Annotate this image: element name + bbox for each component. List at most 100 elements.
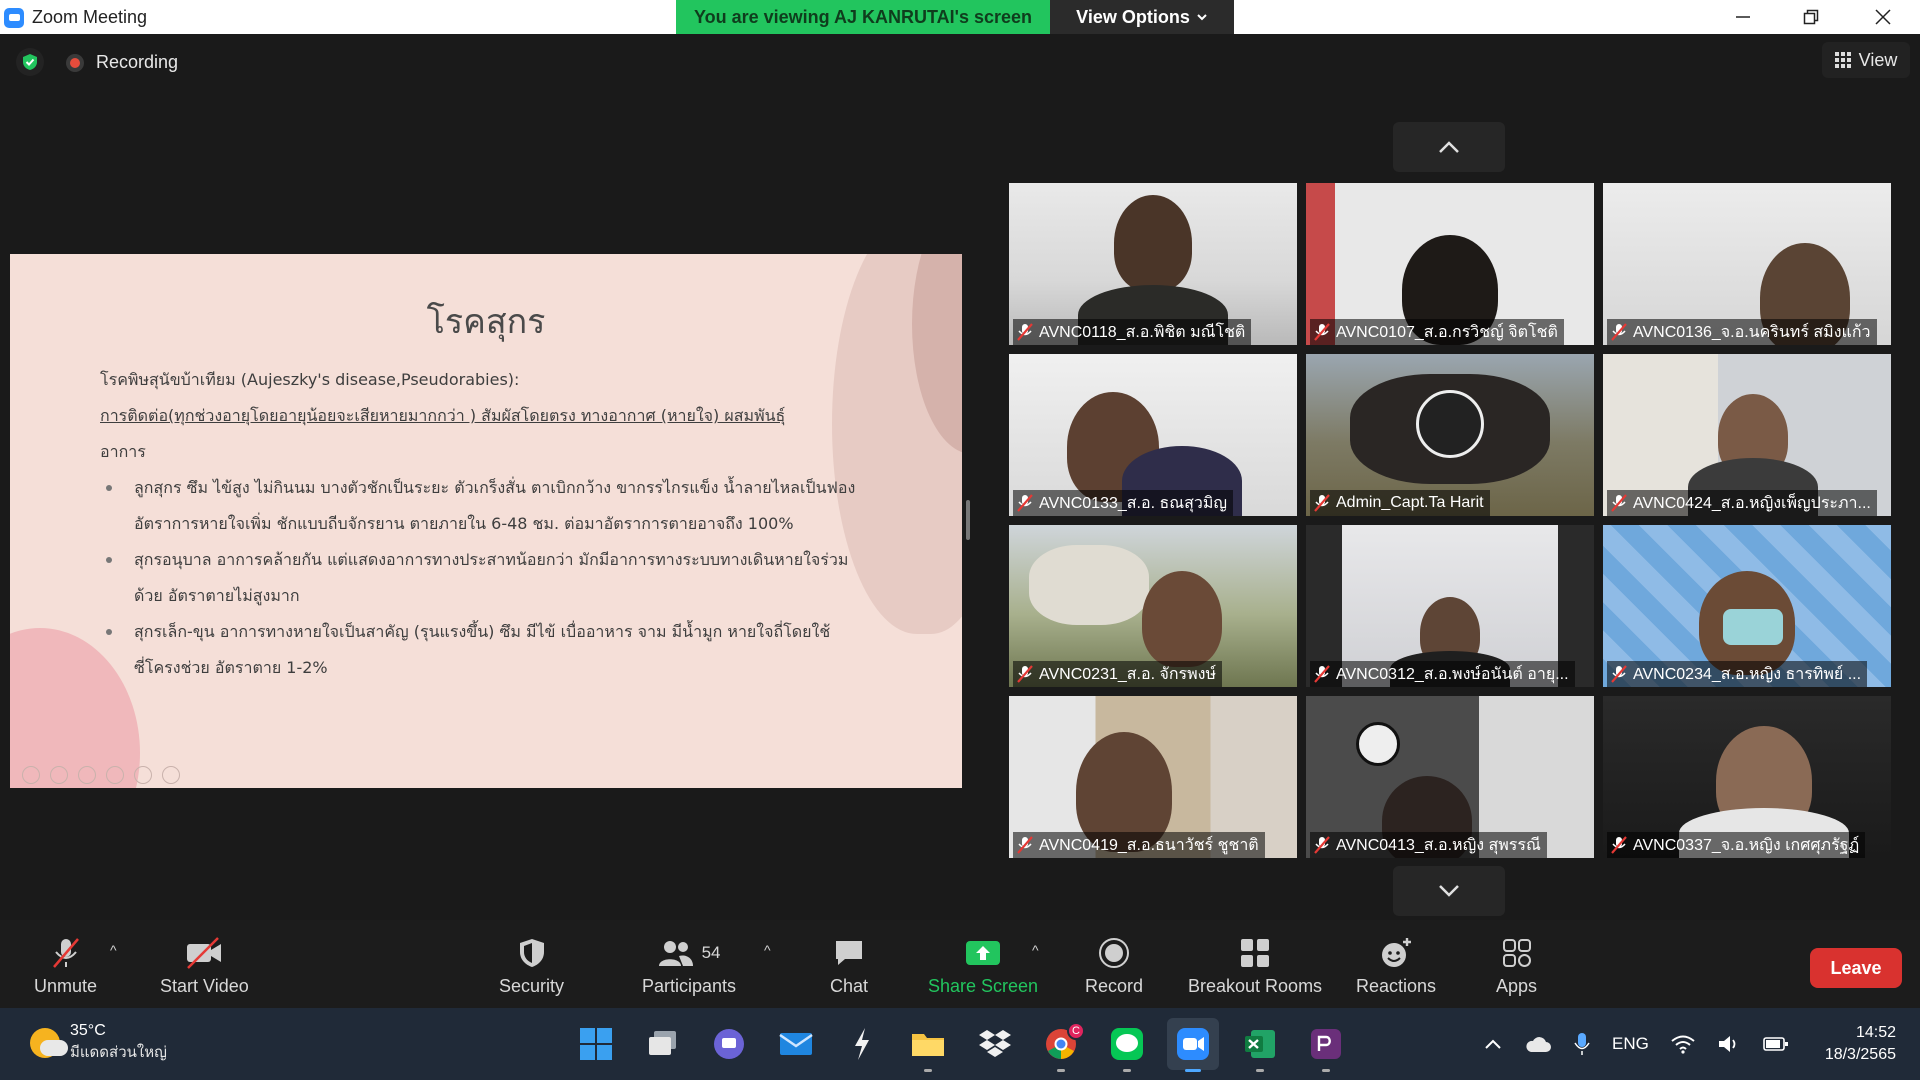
- video-tile[interactable]: AVNC0234_ส.อ.หญิง ธารทิพย์ ...: [1603, 525, 1891, 687]
- close-button[interactable]: [1850, 0, 1916, 34]
- video-tile[interactable]: AVNC0337_จ.อ.หญิง เกศศุภรัฐฏ์: [1603, 696, 1891, 858]
- video-tile[interactable]: Admin_Capt.Ta Harit: [1306, 354, 1594, 516]
- mic-muted-icon: [1017, 836, 1033, 854]
- participant-name-label: AVNC0413_ส.อ.หญิง สุพรรณี: [1310, 832, 1547, 858]
- unmute-button[interactable]: Unmute: [34, 936, 97, 997]
- line-app-icon: [1111, 1028, 1143, 1060]
- participant-name-label: AVNC0312_ส.อ.พงษ์อนันต์ อายุ...: [1310, 661, 1575, 687]
- chrome-profile-badge: C: [1067, 1022, 1085, 1040]
- slide-control-icon: [106, 766, 124, 784]
- view-button-label: View: [1858, 49, 1898, 70]
- minimize-icon: [1736, 16, 1750, 18]
- mail-app-button[interactable]: [776, 1024, 816, 1064]
- gallery-prev-page-button[interactable]: [1393, 122, 1505, 172]
- minimize-button[interactable]: [1710, 0, 1776, 34]
- view-button[interactable]: View: [1822, 42, 1910, 78]
- clock-date: 18/3/2565: [1824, 1046, 1896, 1063]
- teams-chat-button[interactable]: [709, 1024, 749, 1064]
- participants-options-caret[interactable]: ^: [764, 942, 771, 958]
- leave-button[interactable]: Leave: [1810, 948, 1902, 988]
- volume-icon[interactable]: [1717, 1034, 1741, 1054]
- dropbox-button[interactable]: [975, 1024, 1015, 1064]
- video-tile[interactable]: AVNC0231_ส.อ. จักรพงษ์: [1009, 525, 1297, 687]
- mic-muted-icon: [1314, 494, 1330, 512]
- face-mask: [1723, 609, 1783, 645]
- weather-widget[interactable]: 35°C มีแดดส่วนใหญ่: [30, 1022, 167, 1064]
- cloud-icon[interactable]: [1524, 1035, 1552, 1053]
- mail-icon: [779, 1033, 813, 1055]
- participant-name-label: Admin_Capt.Ta Harit: [1310, 490, 1490, 516]
- shield-icon: [519, 939, 544, 967]
- slide-line: ด้วย อัตราตายไม่สูงมาก: [134, 586, 300, 605]
- start-button[interactable]: [576, 1024, 616, 1064]
- apps-icon: [1502, 939, 1531, 967]
- participant-name-label: AVNC0107_ส.อ.กรวิชญ์ จิตโชติ: [1310, 319, 1564, 345]
- breakout-rooms-button[interactable]: Breakout Rooms: [1188, 936, 1322, 997]
- mic-muted-icon: [1611, 323, 1627, 341]
- battery-icon[interactable]: [1763, 1035, 1789, 1053]
- taskbar-clock[interactable]: 14:52 18/3/2565: [1825, 1022, 1896, 1066]
- share-options-caret[interactable]: ^: [1032, 942, 1039, 958]
- video-tile[interactable]: AVNC0424_ส.อ.หญิงเพ็ญประภา...: [1603, 354, 1891, 516]
- lightning-icon: [855, 1028, 869, 1060]
- slide-line: สุกรอนุบาล อาการคล้ายกัน แต่แสดงอาการทาง…: [134, 550, 849, 569]
- lightning-app-button[interactable]: [842, 1024, 882, 1064]
- video-tile[interactable]: AVNC0312_ส.อ.พงษ์อนันต์ อายุ...: [1306, 525, 1594, 687]
- panel-splitter[interactable]: [966, 500, 970, 540]
- encryption-shield-icon[interactable]: [16, 48, 44, 76]
- chevron-up-icon[interactable]: [1484, 1038, 1502, 1050]
- share-screen-button[interactable]: Share Screen: [928, 936, 1038, 997]
- zoom-taskbar-button[interactable]: [1167, 1018, 1219, 1072]
- participant-name-label: AVNC0133_ส.อ. ธณสุวมิญ: [1013, 490, 1234, 516]
- excel-button[interactable]: [1240, 1024, 1280, 1072]
- security-button[interactable]: Security: [499, 936, 564, 997]
- audio-options-caret[interactable]: ^: [110, 942, 117, 958]
- line-app-button[interactable]: [1107, 1024, 1147, 1072]
- pdf-app-button[interactable]: [1306, 1024, 1346, 1072]
- pdf-icon: [1311, 1029, 1341, 1059]
- gallery-next-page-button[interactable]: [1393, 866, 1505, 916]
- security-label: Security: [499, 976, 565, 996]
- running-indicator: [924, 1069, 932, 1072]
- recording-indicator[interactable]: Recording: [66, 52, 178, 73]
- apps-button[interactable]: Apps: [1496, 936, 1537, 997]
- weather-description: มีแดดส่วนใหญ่: [70, 1044, 167, 1061]
- microphone-icon[interactable]: [1574, 1032, 1590, 1056]
- window-title: Zoom Meeting: [32, 7, 148, 27]
- participants-icon: [658, 941, 693, 966]
- view-options-button[interactable]: View Options: [1050, 0, 1234, 34]
- mic-muted-icon: [1017, 494, 1033, 512]
- running-indicator: [1123, 1069, 1131, 1072]
- slide-decoration: [10, 628, 140, 788]
- obs-logo-icon: [1416, 390, 1484, 458]
- chrome-button[interactable]: C: [1041, 1022, 1085, 1072]
- task-view-button[interactable]: [643, 1024, 683, 1064]
- video-tile[interactable]: AVNC0107_ส.อ.กรวิชญ์ จิตโชติ: [1306, 183, 1594, 345]
- weather-temperature: 35°C: [70, 1022, 106, 1039]
- mic-muted-icon: [1314, 665, 1330, 683]
- restore-button[interactable]: [1778, 0, 1844, 34]
- wifi-icon[interactable]: [1671, 1034, 1695, 1054]
- video-tile[interactable]: AVNC0413_ส.อ.หญิง สุพรรณี: [1306, 696, 1594, 858]
- video-tile[interactable]: AVNC0136_จ.อ.นครินทร์ สมิงแก้ว: [1603, 183, 1891, 345]
- video-tile[interactable]: AVNC0133_ส.อ. ธณสุวมิญ: [1009, 354, 1297, 516]
- close-icon: [1875, 9, 1891, 25]
- participants-button[interactable]: 54 Participants: [642, 936, 736, 997]
- record-dot-icon: [66, 53, 84, 72]
- slide-line: การติดต่อ(ทุกช่วงอายุโดยอายุน้อยจะเสียหา…: [100, 406, 786, 425]
- video-tile[interactable]: AVNC0419_ส.อ.ธนาวัชร์ ชูชาติ: [1009, 696, 1297, 858]
- start-video-button[interactable]: Start Video: [160, 936, 249, 997]
- input-language[interactable]: ENG: [1612, 1034, 1649, 1054]
- chat-button[interactable]: Chat: [830, 936, 868, 997]
- reactions-icon: [1382, 938, 1412, 967]
- slide-controls: [22, 766, 180, 784]
- video-tile[interactable]: AVNC0118_ส.อ.พิชิต มณีโชติ: [1009, 183, 1297, 345]
- slide-control-icon: [162, 766, 180, 784]
- slide-line: อาการ: [100, 442, 146, 461]
- file-explorer-button[interactable]: [908, 1024, 948, 1072]
- reactions-button[interactable]: Reactions: [1356, 936, 1436, 997]
- participants-label: Participants: [642, 976, 737, 996]
- participant-name-label: AVNC0337_จ.อ.หญิง เกศศุภรัฐฏ์: [1607, 832, 1866, 858]
- record-button[interactable]: Record: [1085, 936, 1143, 997]
- slide-control-icon: [134, 766, 152, 784]
